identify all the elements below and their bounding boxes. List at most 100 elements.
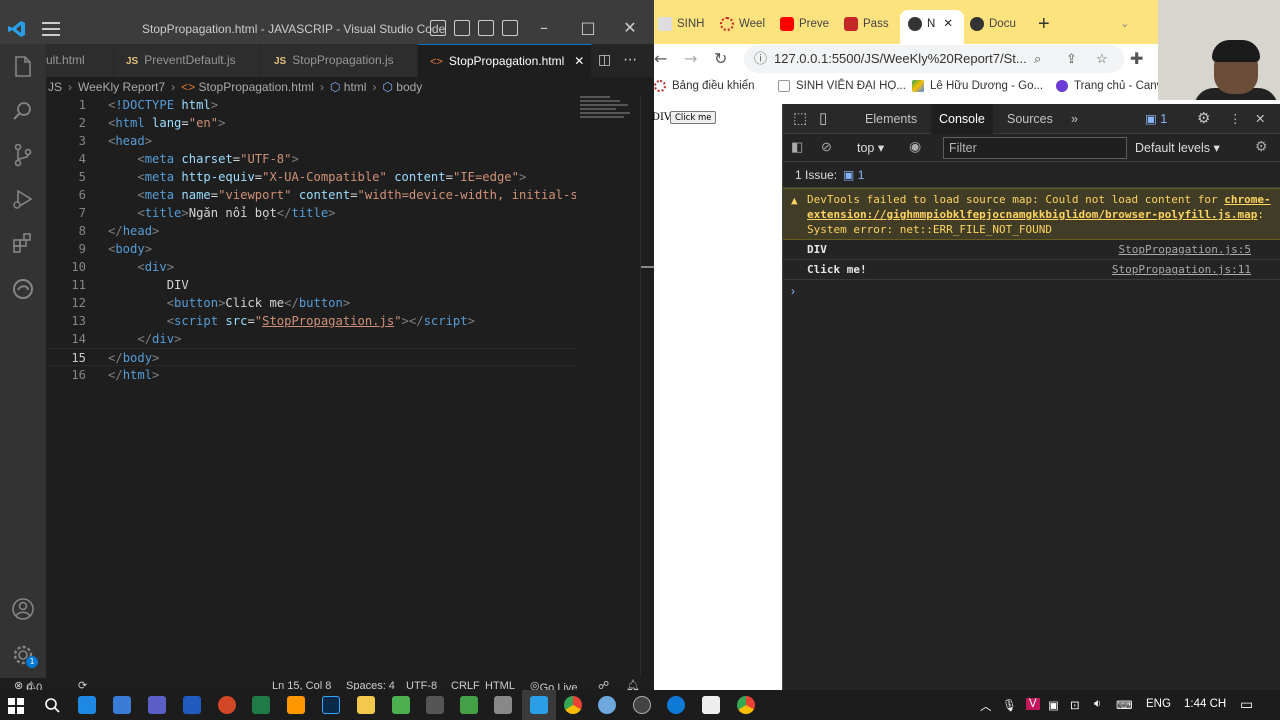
app-icon[interactable] <box>460 696 478 714</box>
bookmark-star-icon[interactable]: ☆ <box>1096 45 1108 73</box>
breadcrumb-item[interactable]: StopPropagation.html <box>199 80 314 94</box>
new-tab-button[interactable]: + <box>1038 12 1058 36</box>
app-icon[interactable] <box>392 696 410 714</box>
windows-start-icon[interactable] <box>8 698 24 714</box>
toggle-primary-sidebar-icon[interactable] <box>430 20 446 36</box>
clear-console-icon[interactable]: ⊘ <box>821 139 832 155</box>
bookmark-item[interactable]: Bảng điều khiển <box>654 80 754 92</box>
inspect-element-icon[interactable]: ⬚ <box>793 104 807 134</box>
task-view-icon[interactable] <box>78 696 96 714</box>
app-icon[interactable] <box>702 696 720 714</box>
volume-icon[interactable]: 🔉︎ <box>1094 698 1101 711</box>
app-icon[interactable] <box>494 696 512 714</box>
close-window-icon[interactable]: ✕ <box>620 18 640 38</box>
accounts-icon[interactable] <box>10 596 36 622</box>
search-icon[interactable] <box>10 98 36 124</box>
chrome-tab[interactable]: Pass <box>844 12 896 36</box>
app-icon[interactable] <box>287 696 305 714</box>
powerpoint-icon[interactable] <box>218 696 236 714</box>
log-source-link[interactable]: StopPropagation.js:5 <box>1119 240 1251 260</box>
edge-icon[interactable] <box>667 696 685 714</box>
site-info-icon[interactable]: ⓘ <box>754 45 767 73</box>
editor-scrollbar[interactable] <box>640 96 655 676</box>
console-prompt[interactable]: › <box>791 284 795 298</box>
tab-sources[interactable]: Sources <box>1007 104 1053 134</box>
tray-app-icon[interactable]: ▣ <box>1048 698 1059 712</box>
code-token[interactable]: StopPropagation.js <box>262 314 394 328</box>
tab-elements[interactable]: Elements <box>865 104 917 134</box>
clock[interactable]: 1:44 CH <box>1184 698 1226 710</box>
chrome-tab-active[interactable]: N ✕ <box>900 10 964 44</box>
share-icon[interactable]: ⇪ <box>1066 45 1077 73</box>
extensions-icon[interactable] <box>10 230 36 256</box>
split-editor-icon[interactable]: ◫ <box>598 52 611 68</box>
network-icon[interactable]: ⊡ <box>1070 698 1080 712</box>
tab-default-html[interactable]: ult.html <box>46 44 114 77</box>
back-icon[interactable]: ← <box>654 49 667 68</box>
tab-console[interactable]: Console <box>931 104 993 134</box>
menu-icon[interactable] <box>42 22 60 36</box>
breadcrumb-item[interactable]: JS <box>48 80 62 94</box>
breadcrumb-item[interactable]: body <box>396 80 422 94</box>
more-actions-icon[interactable]: ⋯ <box>623 52 637 68</box>
search-icon[interactable] <box>44 697 60 713</box>
toggle-secondary-sidebar-icon[interactable] <box>478 20 494 36</box>
close-tab-icon[interactable]: ✕ <box>943 18 953 30</box>
close-devtools-icon[interactable]: ✕ <box>1255 104 1265 134</box>
console-settings-icon[interactable]: ⚙ <box>1255 138 1268 155</box>
chrome-tab[interactable]: Docu <box>970 12 1028 36</box>
more-tabs-icon[interactable]: » <box>1071 104 1078 134</box>
customize-layout-icon[interactable] <box>502 20 518 36</box>
vivaldi-tray-icon[interactable]: V <box>1026 698 1040 710</box>
forward-icon[interactable]: → <box>684 49 697 68</box>
app-icon[interactable] <box>633 696 651 714</box>
bookmark-item[interactable]: Lê Hữu Dương - Go... <box>912 80 1043 92</box>
desktop-app-icon[interactable] <box>113 696 131 714</box>
zoom-icon[interactable]: ⌕ <box>1034 45 1041 73</box>
teams-icon[interactable] <box>148 696 166 714</box>
chrome-icon[interactable] <box>564 696 582 714</box>
devtools-settings-icon[interactable]: ⚙ <box>1197 104 1210 134</box>
minimize-icon[interactable]: – <box>534 18 554 38</box>
issues-row[interactable]: 1 Issue: ▣ 1 <box>783 162 1280 188</box>
language-indicator[interactable]: ENG <box>1146 698 1171 710</box>
minimap[interactable] <box>580 96 640 136</box>
explorer-icon[interactable] <box>10 54 36 80</box>
run-debug-icon[interactable] <box>10 186 36 212</box>
close-tab-icon[interactable]: ✕ <box>574 54 584 68</box>
bookmark-item[interactable]: SINH VIÊN ĐẠI HỌ... <box>778 80 906 92</box>
device-toolbar-icon[interactable]: ▯ <box>819 104 827 134</box>
live-expression-eye-icon[interactable]: ◉ <box>909 138 921 155</box>
app-icon[interactable] <box>426 696 444 714</box>
log-source-link[interactable]: StopPropagation.js:11 <box>1112 260 1251 280</box>
notification-center-icon[interactable]: ▭ <box>1240 696 1253 713</box>
extensions-puzzle-icon[interactable]: ✚ <box>1130 49 1143 68</box>
chrome-tab[interactable]: Preve <box>780 12 838 36</box>
reload-icon[interactable]: ↻ <box>714 49 727 68</box>
tab-stoppropagation-js[interactable]: JS StopPropagation.js <box>260 44 418 77</box>
app-icon[interactable] <box>598 696 616 714</box>
sidebar-toggle-icon[interactable]: ◧ <box>791 139 803 155</box>
toggle-panel-icon[interactable] <box>454 20 470 36</box>
address-bar[interactable]: ⓘ 127.0.0.1:5500/JS/WeeKly%20Report7/St.… <box>744 45 1124 73</box>
issues-badge[interactable]: ▣ 1 <box>1145 104 1167 134</box>
source-control-icon[interactable] <box>10 142 36 168</box>
console-filter-input[interactable]: Filter <box>943 137 1127 159</box>
tab-search-chevron-icon[interactable]: ⌄ <box>1120 12 1134 36</box>
keyboard-icon[interactable]: ⌨ <box>1116 698 1133 712</box>
tab-stoppropagation-html[interactable]: <> StopPropagation.html ✕ <box>418 44 592 77</box>
code-editor[interactable]: 1 <!DOCTYPE html> 2 <html lang="en"> 3 <hea… <box>46 96 654 676</box>
breadcrumb-item[interactable]: WeeKly Report7 <box>78 80 165 94</box>
file-explorer-icon[interactable] <box>357 696 375 714</box>
chrome-icon[interactable] <box>737 696 755 714</box>
edge-devtools-icon[interactable] <box>10 276 36 302</box>
microphone-icon[interactable]: 🎙︎ <box>1002 698 1017 712</box>
chrome-tab[interactable]: SINH <box>658 12 714 36</box>
chrome-tab[interactable]: Weel <box>720 12 774 36</box>
tab-preventdefault-js[interactable]: JS PreventDefault.js <box>114 44 260 77</box>
tray-chevron-icon[interactable]: ︿ <box>980 698 992 714</box>
context-selector[interactable]: top ▾ <box>857 140 884 155</box>
click-me-button[interactable]: Click me <box>670 111 717 124</box>
excel-icon[interactable] <box>252 696 270 714</box>
vscode-taskbar-active[interactable] <box>522 690 556 720</box>
